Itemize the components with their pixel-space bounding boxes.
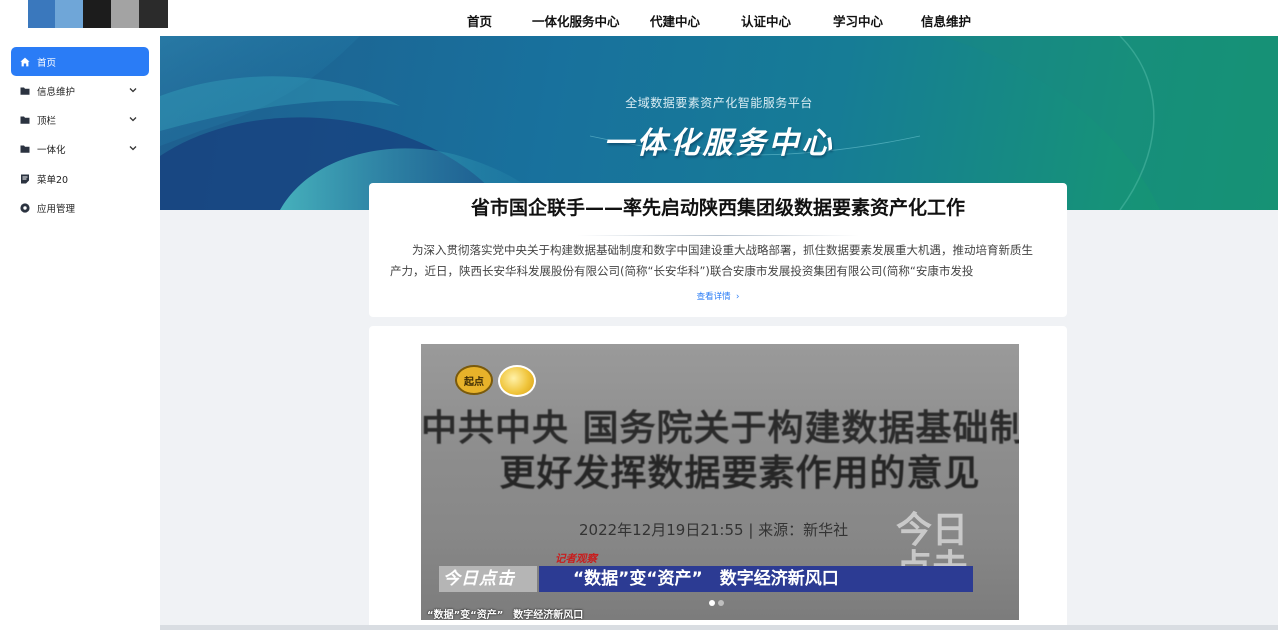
banner-subtitle: 全域数据要素资产化智能服务平台 [625,96,813,110]
sidebar-item-topbar[interactable]: 顶栏 [11,105,149,134]
top-bar: 首页 一体化服务中心 代建中心 认证中心 学习中心 信息维护 [0,0,1280,36]
video-caption: “数据”变“资产” 数字经济新风口 [427,610,584,620]
topnav-construction-center[interactable]: 代建中心 [650,11,700,30]
topnav-certification-center[interactable]: 认证中心 [741,11,791,30]
topnav-home[interactable]: 首页 [467,11,492,30]
topnav-service-center[interactable]: 一体化服务中心 [532,11,620,30]
topnav-learning-center[interactable]: 学习中心 [833,11,883,30]
sidebar-item-info-maintenance[interactable]: 信息维护 [11,76,149,105]
chevron-down-icon[interactable] [128,114,138,124]
carousel-dot-active[interactable] [709,600,715,606]
media-card: 中共中央 国务院关于构建数据基础制度 更好发挥数据要素作用的意见 2022年12… [369,326,1067,630]
sidebar: 首页 信息维护 顶栏 一体化 菜单20 应用管理 [0,36,160,630]
ticker-tag: 记者观察 [555,553,597,565]
main-content: 全域数据要素资产化智能服务平台 一体化服务中心 省市国企联手——率先启动陕西集团… [160,36,1278,630]
video-date-source: 2022年12月19日21:55 | 来源：新华社 [579,521,849,539]
sidebar-item-label: 信息维护 [37,86,76,98]
channel-badge-icon [498,365,536,397]
divider [577,235,859,236]
sidebar-item-label: 菜单20 [37,174,69,186]
ticker-headline: “数据”变“资产” 数字经济新风口 [539,566,973,592]
home-icon [20,57,30,66]
news-body: 为深入贯彻落实党中央关于构建数据基础制度和数字中国建设重大战略部署，抓住数据要素… [390,243,1033,278]
folder-icon [20,145,30,153]
video-carousel[interactable]: 中共中央 国务院关于构建数据基础制度 更好发挥数据要素作用的意见 2022年12… [421,344,1019,620]
sidebar-item-home[interactable]: 首页 [11,47,149,76]
sidebar-item-menu20[interactable]: 菜单20 [11,164,149,193]
channel-logo: 起点 [455,365,493,395]
banner-title: 一体化服务中心 [603,126,835,161]
video-headline-line2: 更好发挥数据要素作用的意见 [499,453,981,494]
sidebar-item-app-management[interactable]: 应用管理 [11,193,149,222]
topnav-info-maintenance[interactable]: 信息维护 [921,11,971,30]
sidebar-item-label: 顶栏 [37,115,57,127]
carousel-dot[interactable] [718,600,724,606]
folder-icon [20,87,30,95]
document-icon [21,174,29,183]
settings-icon [20,202,30,213]
sidebar-item-integration[interactable]: 一体化 [11,134,149,163]
logo[interactable] [28,0,168,28]
sidebar-item-label: 一体化 [37,144,66,156]
horizontal-scrollbar[interactable] [160,625,1278,630]
sidebar-item-label: 应用管理 [37,203,76,215]
view-details-label: 查看详情 [696,292,731,302]
chevron-down-icon[interactable] [128,85,138,95]
chevron-right-icon: › [733,292,740,302]
view-details-link[interactable]: 查看详情 › [369,290,1067,302]
chevron-down-icon[interactable] [128,143,138,153]
sidebar-item-label: 首页 [37,57,57,69]
ticker-program-name: 今日点击 [439,566,537,592]
carousel-indicators [709,600,724,606]
news-card: 省市国企联手——率先启动陕西集团级数据要素资产化工作 为深入贯彻落实党中央关于构… [369,183,1067,317]
folder-icon [20,116,30,124]
news-title[interactable]: 省市国企联手——率先启动陕西集团级数据要素资产化工作 [369,193,1067,220]
